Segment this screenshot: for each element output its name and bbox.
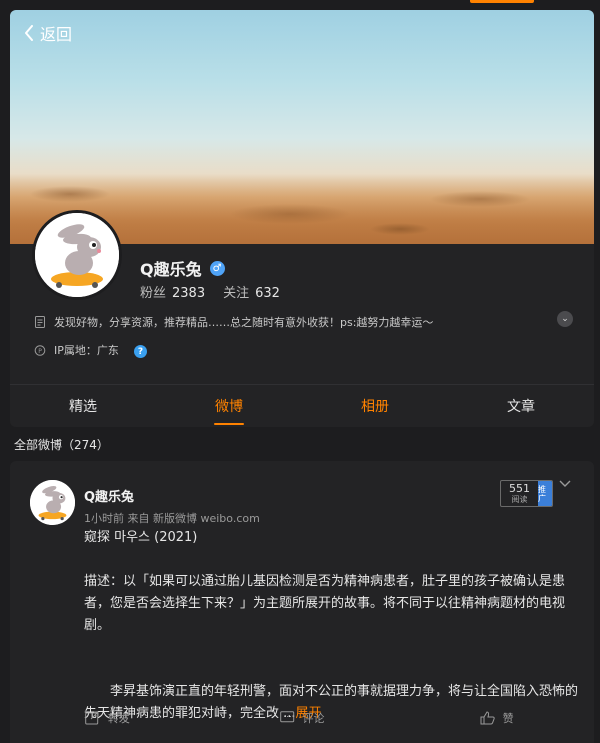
repost-button[interactable]: 转发 <box>10 705 205 731</box>
post-actions: 转发 评论 赞 <box>10 705 594 731</box>
chevron-down-icon[interactable] <box>559 477 571 491</box>
bio-row: 发现好物，分享资源，推荐精品……总之随时有意外收获！ps:越努力越幸运～ <box>34 314 574 330</box>
read-unit: 阅读 <box>511 495 528 504</box>
back-button[interactable]: 返回 <box>24 22 72 44</box>
tab-weibo[interactable]: 微博 <box>156 385 302 427</box>
feed-section-title: 全部微博（274） <box>14 438 109 452</box>
fans-label: 粉丝 <box>140 286 167 301</box>
profile-tabs: 精选 微博 相册 文章 <box>10 385 594 427</box>
tab-label: 微博 <box>215 399 243 415</box>
post-meta: 1小时前 来自 新版微博 weibo.com <box>84 512 260 525</box>
post-title: 窥探 마우스 (2021) <box>84 530 198 545</box>
post-author[interactable]: Q趣乐兔 <box>84 486 134 505</box>
tab-label: 精选 <box>69 399 97 415</box>
tab-underline <box>214 423 244 425</box>
profile-stats: 粉丝 2383 关注 632 <box>140 282 280 301</box>
help-icon[interactable]: ? <box>134 345 147 358</box>
document-icon <box>35 316 45 328</box>
tab-label: 文章 <box>507 399 535 415</box>
promo-label[interactable]: 推广 <box>538 481 552 506</box>
rabbit-avatar-icon <box>35 213 119 297</box>
thumbs-up-icon <box>480 711 495 725</box>
chevron-left-icon <box>25 25 33 41</box>
fans-stat[interactable]: 粉丝 2383 <box>140 282 205 301</box>
tab-featured[interactable]: 精选 <box>10 385 156 427</box>
back-label: 返回 <box>40 25 73 44</box>
tab-label: 相册 <box>361 399 389 415</box>
cover-image <box>10 10 594 244</box>
rabbit-avatar-icon <box>30 480 75 525</box>
comment-button[interactable]: 评论 <box>205 705 400 731</box>
tab-album[interactable]: 相册 <box>302 385 448 427</box>
bio-text: 发现好物，分享资源，推荐精品……总之随时有意外收获！ps:越努力越幸运～ <box>54 316 434 329</box>
read-count-badge[interactable]: 551 阅读 推广 <box>500 480 553 507</box>
ip-text: IP属地：广东 <box>54 344 119 357</box>
read-count-wrap: 551 阅读 <box>501 481 538 506</box>
comment-icon <box>279 711 294 723</box>
post-description: 描述：以「如果可以通过胎儿基因检测是否为精神病患者，肚子里的孩子被确认是患者，您… <box>84 574 566 633</box>
like-button[interactable]: 赞 <box>399 705 594 731</box>
profile-card: 返回 Q趣乐兔 ♂ 粉丝 2383 关注 632 发现好物，分享资源，推荐精品…… <box>10 10 594 427</box>
following-count: 632 <box>255 286 280 301</box>
svg-text:P: P <box>38 348 42 355</box>
male-gender-icon: ♂ <box>209 260 225 276</box>
location-icon: P <box>34 344 46 356</box>
following-label: 关注 <box>223 286 250 301</box>
ip-row: P IP属地：广东 <box>34 342 119 358</box>
active-tab-indicator <box>470 0 534 3</box>
comment-label: 评论 <box>302 712 325 725</box>
post-avatar[interactable] <box>30 480 75 525</box>
profile-name: Q趣乐兔 <box>140 260 202 279</box>
repost-icon <box>85 711 99 725</box>
read-count: 551 <box>509 482 530 495</box>
post-body: 窥探 마우스 (2021) 描述：以「如果可以通过胎儿基因检测是否为精神病患者，… <box>84 527 584 725</box>
tab-articles[interactable]: 文章 <box>448 385 594 427</box>
fans-count: 2383 <box>172 286 206 301</box>
profile-name-row: Q趣乐兔 ♂ <box>140 256 225 280</box>
following-stat[interactable]: 关注 632 <box>223 282 280 301</box>
profile-avatar[interactable] <box>32 210 122 300</box>
like-label: 赞 <box>502 712 514 725</box>
repost-label: 转发 <box>107 712 130 725</box>
post-card: Q趣乐兔 1小时前 来自 新版微博 weibo.com 551 阅读 推广 窥探… <box>10 461 594 743</box>
chevron-down-icon[interactable]: ⌄ <box>557 311 573 327</box>
